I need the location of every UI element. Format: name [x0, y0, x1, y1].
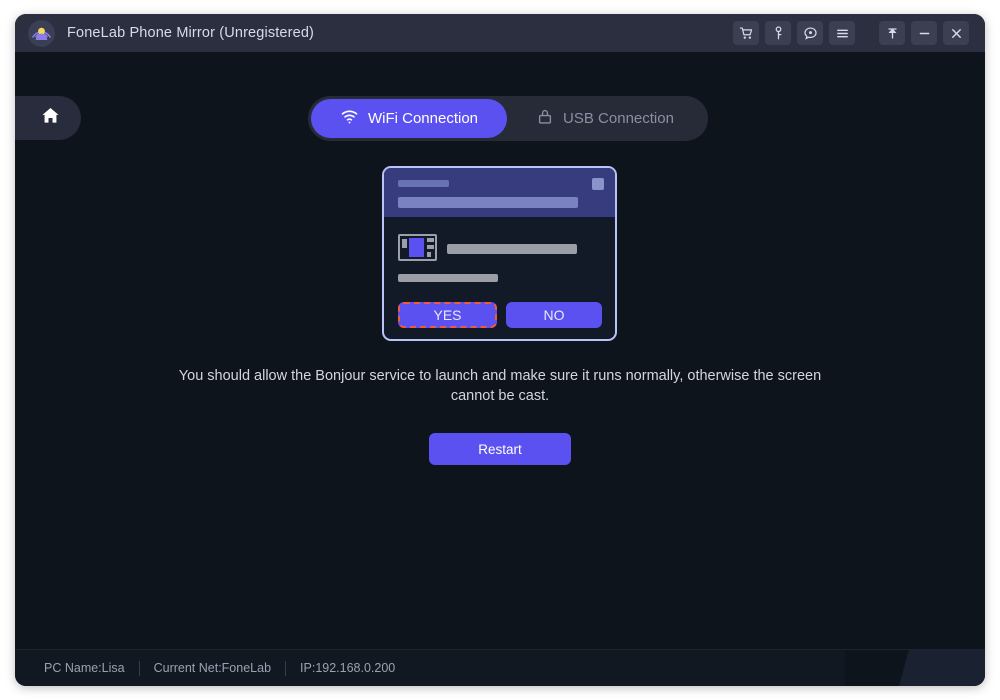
illustration-yes-button[interactable]: YES: [398, 302, 497, 328]
header-row: WiFi Connection USB Connection: [15, 52, 985, 142]
minimize-button[interactable]: [911, 21, 937, 45]
status-bar-corner-shade: [845, 650, 985, 686]
feedback-button[interactable]: [797, 21, 823, 45]
minimize-icon: [917, 26, 932, 41]
shopping-cart-button[interactable]: [733, 21, 759, 45]
restart-button[interactable]: Restart: [429, 433, 571, 465]
app-icon-left-block: [402, 239, 407, 248]
status-divider-1: [138, 660, 140, 676]
key-icon: [771, 25, 786, 41]
titlebar-action-group: [733, 21, 861, 45]
hamburger-menu-icon: [835, 26, 850, 41]
illustration-text-line-1: [447, 244, 577, 254]
close-icon: [949, 26, 964, 41]
illustration-subtitle-placeholder: [398, 197, 578, 208]
app-icon-main-block: [409, 238, 424, 257]
connection-tab-bar: WiFi Connection USB Connection: [308, 96, 708, 141]
dialog-close-placeholder-icon: [592, 178, 604, 190]
status-current-net: Current Net:FoneLab: [153, 661, 272, 675]
illustration-title-placeholder: [398, 180, 449, 187]
tab-wifi-label: WiFi Connection: [367, 110, 479, 127]
app-icon-right-block-2: [427, 245, 434, 249]
bonjour-dialog-illustration: YES NO: [382, 166, 617, 341]
illustration-text-line-2: [398, 274, 498, 282]
window-control-group: [879, 21, 975, 45]
app-icon-right-block-3: [427, 252, 431, 257]
shopping-cart-icon: [739, 26, 754, 41]
status-pc-name: PC Name:Lisa: [44, 661, 125, 675]
illustration-dialog-header: [384, 168, 615, 217]
home-icon: [40, 105, 61, 131]
window-app-icon: [398, 234, 437, 261]
home-button[interactable]: [15, 96, 81, 140]
illustration-no-button[interactable]: NO: [506, 302, 602, 328]
main-menu-button[interactable]: [829, 21, 855, 45]
tab-usb-label: USB Connection: [563, 110, 674, 127]
pin-icon: [885, 26, 900, 41]
tab-wifi-connection[interactable]: WiFi Connection: [311, 99, 507, 138]
app-logo-icon: [28, 19, 55, 47]
status-ip-address: IP:192.168.0.200: [300, 661, 396, 675]
close-button[interactable]: [943, 21, 969, 45]
wifi-icon: [340, 107, 359, 130]
app-icon-right-block-1: [427, 238, 434, 242]
title-bar: FoneLab Phone Mirror (Unregistered): [15, 14, 985, 52]
status-divider-2: [285, 660, 287, 676]
app-window: FoneLab Phone Mirror (Unregistered) WiFi…: [15, 14, 985, 686]
register-key-button[interactable]: [765, 21, 791, 45]
app-title: FoneLab Phone Mirror (Unregistered): [67, 25, 315, 41]
tab-usb-connection[interactable]: USB Connection: [507, 99, 703, 138]
pin-on-top-button[interactable]: [879, 21, 905, 45]
feedback-bubble-icon: [803, 26, 818, 41]
instruction-message: You should allow the Bonjour service to …: [178, 368, 822, 404]
usb-plug-icon: [536, 108, 554, 130]
status-bar: PC Name:Lisa Current Net:FoneLab IP:192.…: [15, 649, 985, 686]
